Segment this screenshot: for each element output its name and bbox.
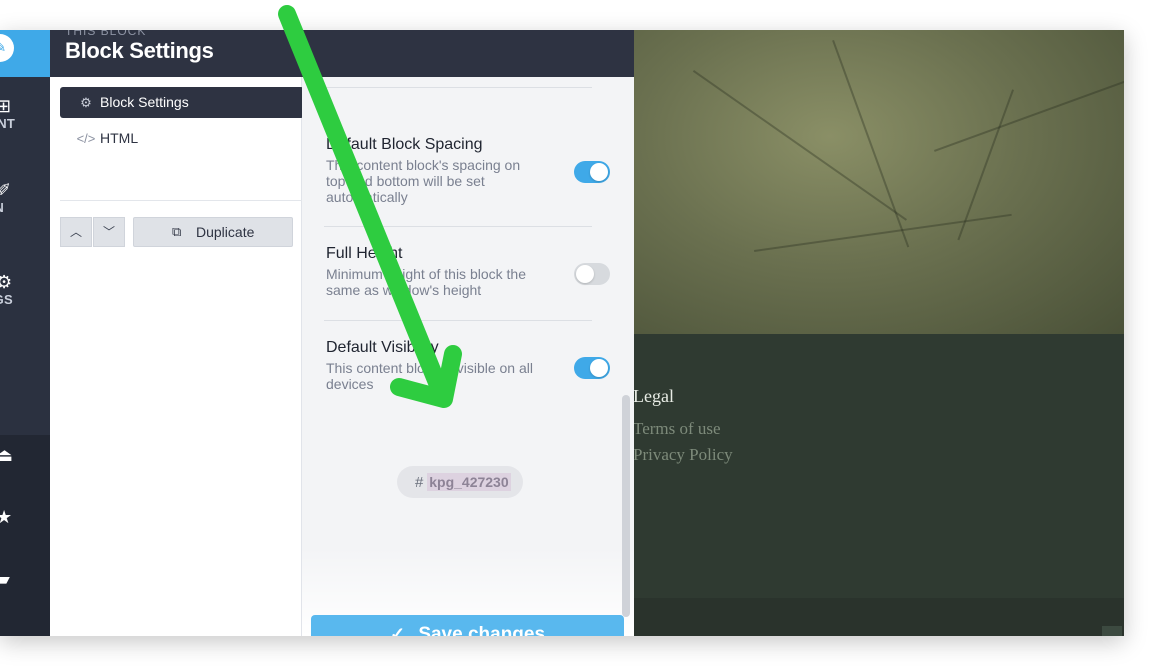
box-icon: ▰ bbox=[0, 569, 10, 589]
chevron-down-icon: ﹀ bbox=[102, 225, 115, 239]
nav-item-label: IGN bbox=[0, 200, 50, 215]
brand-logo[interactable]: ✎ bbox=[0, 30, 50, 77]
tab-html[interactable]: </> HTML bbox=[60, 123, 304, 154]
nav-item-label: PS bbox=[0, 527, 50, 542]
panel-tabs: ⚙ Block Settings </> HTML ︿ ﹀ ⧉ Duplicat… bbox=[50, 77, 304, 636]
plus-square-icon: ⊞ bbox=[0, 96, 12, 116]
nav-item-design[interactable]: ✐ IGN bbox=[0, 180, 50, 215]
code-icon: </> bbox=[76, 131, 96, 146]
setting-description: This content block is visible on all dev… bbox=[326, 360, 533, 392]
star-icon: ★ bbox=[0, 507, 13, 527]
nav-item-label: VE bbox=[0, 465, 50, 480]
footer-title: Legal bbox=[634, 386, 674, 406]
divider bbox=[324, 226, 592, 227]
brush-icon: ✐ bbox=[0, 180, 12, 200]
panel-title: Block Settings bbox=[65, 38, 214, 63]
footer-link-terms[interactable]: Terms of use bbox=[634, 419, 721, 439]
nav-rail-lower: ⏏ VE ★ PS ▰ ES bbox=[0, 435, 50, 636]
panel-eyebrow: THIS BLOCK bbox=[65, 30, 147, 38]
nav-item-themes[interactable]: ▰ ES bbox=[0, 569, 50, 604]
social-icon[interactable] bbox=[1102, 626, 1122, 636]
block-id-chip[interactable]: # kpg_427230 bbox=[397, 466, 523, 498]
settings-panel: Default Block Spacing This content block… bbox=[302, 77, 634, 636]
lock-icon: ⏏ bbox=[0, 445, 14, 465]
setting-default-visibility: Default Visibility This content block is… bbox=[326, 338, 622, 392]
setting-title: Default Visibility bbox=[326, 339, 439, 356]
tab-label: HTML bbox=[100, 130, 139, 146]
gear-icon: ⚙ bbox=[80, 95, 92, 110]
divider bbox=[324, 320, 592, 321]
setting-full-height: Full Height Minimum height of this block… bbox=[326, 244, 622, 298]
setting-default-block-spacing: Default Block Spacing This content block… bbox=[326, 135, 622, 205]
hash-icon: # bbox=[415, 474, 424, 491]
toggle-knob bbox=[590, 163, 608, 181]
block-id-value: kpg_427230 bbox=[427, 473, 511, 491]
setting-description: Minimum height of this block the same as… bbox=[326, 266, 526, 298]
toggle-knob bbox=[576, 265, 594, 283]
nav-item-settings[interactable]: ⚙ INGS bbox=[0, 272, 50, 307]
check-icon: ✓ bbox=[389, 624, 406, 636]
toggle-knob bbox=[590, 359, 608, 377]
nav-rail: ✎ ⊞ TENT ✐ IGN ⚙ INGS ⏏ VE ★ PS ▰ ES bbox=[0, 30, 50, 636]
setting-title: Default Block Spacing bbox=[326, 136, 483, 153]
panel-header: THIS BLOCK Block Settings ‹ bbox=[50, 30, 689, 77]
scrollbar[interactable] bbox=[622, 395, 630, 617]
setting-description: This content block's spacing on top and … bbox=[326, 157, 521, 205]
divider bbox=[324, 87, 592, 88]
duplicate-button[interactable]: ⧉ Duplicate bbox=[133, 217, 293, 247]
footer-link-privacy[interactable]: Privacy Policy bbox=[634, 445, 733, 465]
tab-block-settings[interactable]: ⚙ Block Settings bbox=[60, 87, 304, 118]
copy-icon: ⧉ bbox=[172, 224, 182, 239]
setting-title: Full Height bbox=[326, 245, 403, 262]
chevron-up-icon: ︿ bbox=[69, 225, 82, 239]
hero-image bbox=[634, 30, 1124, 334]
gear-icon: ⚙ bbox=[0, 272, 13, 292]
tab-label: Block Settings bbox=[100, 94, 189, 110]
toggle-default-visibility[interactable] bbox=[574, 357, 610, 379]
toggle-full-height[interactable] bbox=[574, 263, 610, 285]
save-changes-button[interactable]: ✓ Save changes bbox=[311, 615, 624, 636]
nav-item-label: INGS bbox=[0, 292, 13, 307]
duplicate-label: Duplicate bbox=[196, 224, 255, 240]
save-label: Save changes bbox=[418, 624, 546, 636]
nav-item-content[interactable]: ⊞ TENT bbox=[0, 96, 50, 131]
footer-section: Legal Terms of use Privacy Policy bbox=[634, 334, 1124, 636]
move-up-button[interactable]: ︿ bbox=[60, 217, 92, 247]
footer-bar bbox=[634, 598, 1124, 636]
nav-item-apps[interactable]: ★ PS bbox=[0, 507, 50, 542]
editor-window: ✎ ⊞ TENT ✐ IGN ⚙ INGS ⏏ VE ★ PS ▰ ES bbox=[0, 30, 1124, 636]
toggle-default-block-spacing[interactable] bbox=[574, 161, 610, 183]
page-preview: Legal Terms of use Privacy Policy bbox=[634, 30, 1124, 636]
divider bbox=[60, 200, 302, 201]
nav-item-label: ES bbox=[0, 589, 50, 604]
pen-icon: ✎ bbox=[0, 34, 14, 62]
move-down-button[interactable]: ﹀ bbox=[93, 217, 125, 247]
nav-item-label: TENT bbox=[0, 116, 16, 131]
nav-item-save[interactable]: ⏏ VE bbox=[0, 445, 50, 480]
